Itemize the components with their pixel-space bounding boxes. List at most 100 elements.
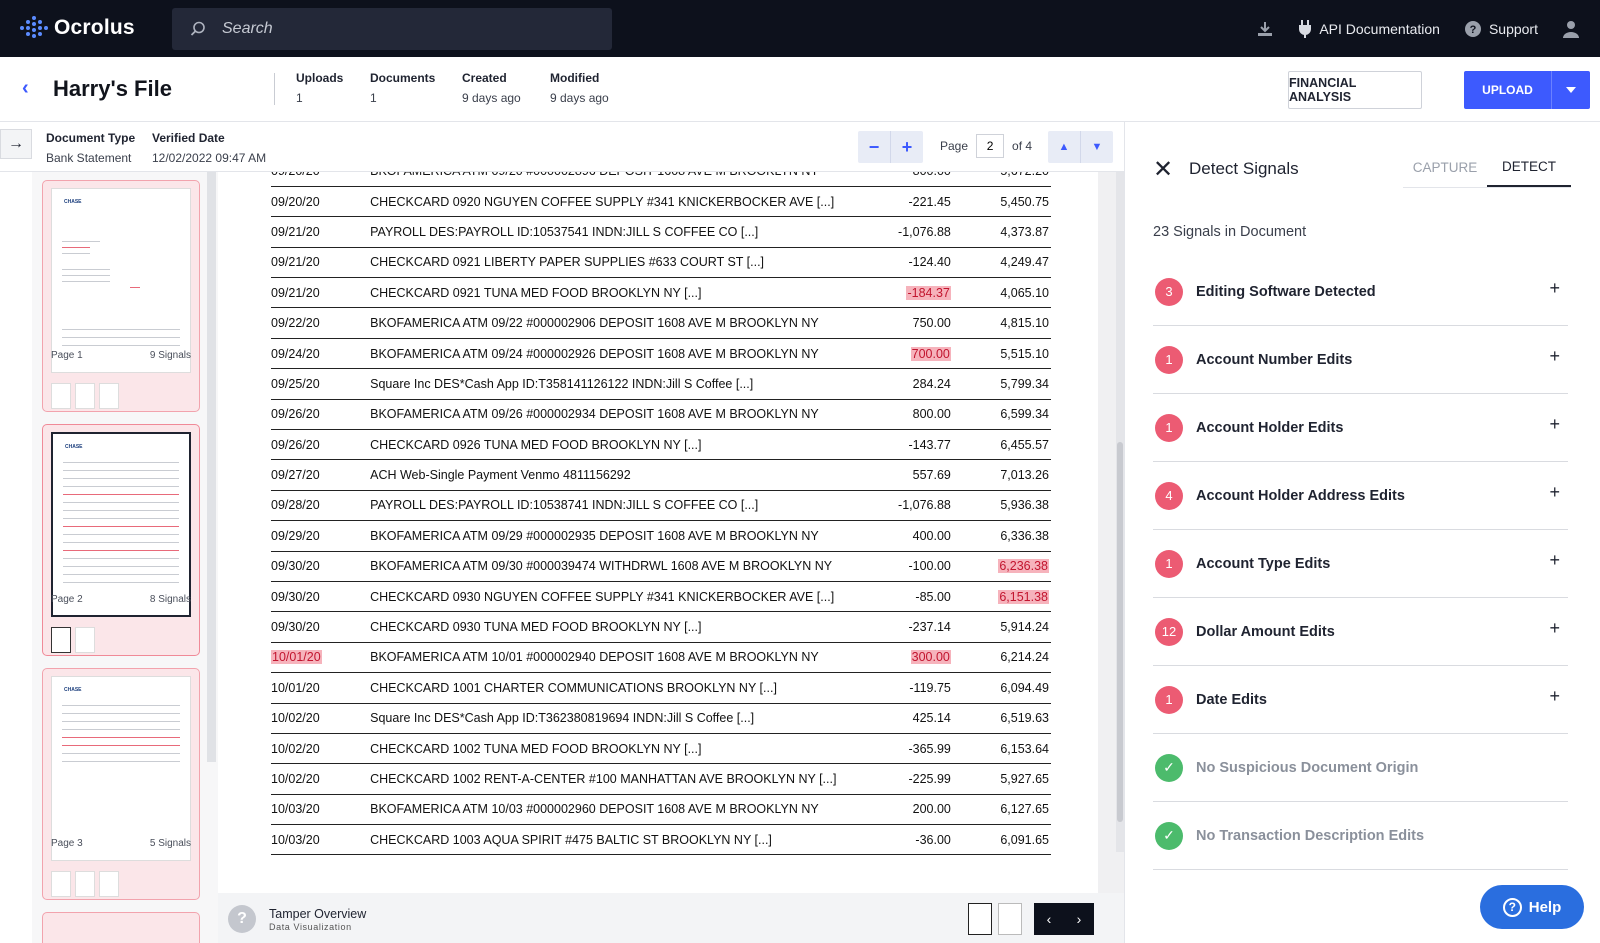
thumbnail-page-2[interactable]: CHASE Page 2 8 Signals <box>42 424 200 656</box>
expand-plus-icon[interactable]: + <box>1549 414 1560 435</box>
upload-button[interactable]: UPLOAD <box>1464 71 1552 109</box>
table-row: 09/26/20 CHECKCARD 0926 TUNA MED FOOD BRO… <box>271 429 1051 461</box>
close-icon[interactable]: ✕ <box>1153 158 1173 182</box>
cell-desc: BKOFAMERICA ATM 09/24 #000002926 DEPOSIT… <box>370 338 851 370</box>
signal-item[interactable]: 1 Account Type Edits + <box>1153 530 1568 598</box>
signal-item: ✓ No Suspicious Document Origin <box>1153 734 1568 802</box>
search-input[interactable] <box>222 20 602 38</box>
balance-text: 5,672.20 <box>1000 172 1049 178</box>
table-row: 10/02/20 Square Inc DES*Cash App ID:T3623… <box>271 703 1051 734</box>
balance-text: 6,153.64 <box>1000 741 1049 756</box>
support-link[interactable]: ? Support <box>1464 20 1538 38</box>
signal-count-badge: 4 <box>1155 481 1183 510</box>
desc-text: Square Inc DES*Cash App ID:T362380819694… <box>370 711 755 726</box>
overview-prev-chevron-icon[interactable]: ‹ <box>1034 903 1064 935</box>
expand-plus-icon[interactable]: + <box>1549 686 1560 707</box>
user-profile-button[interactable] <box>1562 20 1580 38</box>
signal-item[interactable]: 1 Account Number Edits + <box>1153 326 1568 394</box>
thumbnail-page-4[interactable] <box>42 912 200 943</box>
detect-signals-panel: ✕ Detect Signals CAPTURE DETECT 23 Signa… <box>1124 122 1600 943</box>
search-icon <box>190 21 205 36</box>
mini-thumbnail[interactable] <box>51 871 71 897</box>
previous-page-chevron-up-icon[interactable]: ▲ <box>1048 131 1081 163</box>
page-number-input[interactable] <box>976 134 1005 158</box>
help-button[interactable]: ? Help <box>1480 885 1584 929</box>
back-chevron-icon[interactable]: ‹ <box>22 77 29 100</box>
tamper-help-icon[interactable]: ? <box>228 905 256 933</box>
meta-modified: Modified 9 days ago <box>550 71 609 105</box>
balance-text: 6,127.65 <box>1000 802 1049 817</box>
tab-capture[interactable]: CAPTURE <box>1403 148 1487 187</box>
thumbnail-page-3[interactable]: CHASE Page 3 5 Signals <box>42 668 200 900</box>
balance-text: 5,799.34 <box>1000 376 1049 391</box>
cell-desc: CHECKCARD 1001 CHARTER COMMUNICATIONS BR… <box>370 672 851 704</box>
date-text: 09/25/20 <box>271 376 320 391</box>
date-text: 10/02/20 <box>271 741 320 756</box>
cell-amount: -143.77 <box>850 429 951 461</box>
tab-detect[interactable]: DETECT <box>1487 148 1571 187</box>
overview-next-chevron-icon[interactable]: › <box>1064 903 1094 935</box>
table-row: 09/21/20 PAYROLL DES:PAYROLL ID:10537541 … <box>271 216 1051 248</box>
mini-thumbnail[interactable] <box>75 627 95 653</box>
mini-thumbnail[interactable] <box>51 627 71 653</box>
meta-uploads: Uploads 1 <box>296 71 343 105</box>
document-scrollbar[interactable] <box>1116 172 1124 852</box>
mini-thumbnail[interactable] <box>99 871 119 897</box>
expand-plus-icon[interactable]: + <box>1549 346 1560 367</box>
expand-plus-icon[interactable]: + <box>1549 482 1560 503</box>
zoom-in-button[interactable]: + <box>891 131 923 163</box>
download-button[interactable] <box>1256 21 1274 37</box>
page-label: Page <box>940 139 969 153</box>
signal-item[interactable]: 4 Account Holder Address Edits + <box>1153 462 1568 530</box>
signal-item[interactable]: 3 Editing Software Detected + <box>1153 258 1568 326</box>
thumbnail-page-1[interactable]: CHASE Page 1 9 Signals <box>42 180 200 412</box>
signal-item: ✓ No Transaction Description Edits <box>1153 802 1568 870</box>
expand-sidebar-arrow-icon[interactable]: → <box>0 129 32 159</box>
expand-plus-icon[interactable]: + <box>1549 618 1560 639</box>
signal-name: No Suspicious Document Origin <box>1196 759 1419 776</box>
amount-text: 700.00 <box>910 346 951 361</box>
date-text: 09/30/20 <box>271 620 320 635</box>
table-row: 09/27/20 ACH Web-Single Payment Venmo 481… <box>271 459 1051 491</box>
cell-date: 10/01/20 <box>271 672 371 704</box>
signal-item[interactable]: 1 Date Edits + <box>1153 666 1568 734</box>
table-row: 09/20/20 CHECKCARD 0920 NGUYEN COFFEE SUP… <box>271 186 1051 218</box>
statement-page: 09/20/20 BKOFAMERICA ATM 09/20 #000002896… <box>218 172 1098 894</box>
overview-page-thumbnail[interactable] <box>968 903 992 935</box>
thumbnail-scrollbar[interactable] <box>207 172 216 762</box>
cell-amount: 557.69 <box>850 459 951 491</box>
scrollbar-thumb[interactable] <box>1117 442 1123 822</box>
mini-thumbnail[interactable] <box>51 383 71 409</box>
cell-amount: -1,076.88 <box>850 216 951 248</box>
mini-thumbnail[interactable] <box>75 383 95 409</box>
zoom-out-button[interactable]: − <box>858 131 891 163</box>
ocrolus-logo[interactable]: Ocrolus <box>20 16 135 40</box>
cell-amount: -1,076.88 <box>850 490 951 522</box>
overview-page-thumbnail[interactable] <box>998 903 1022 935</box>
cell-date: 09/24/20 <box>271 338 371 370</box>
cell-date: 09/20/20 <box>271 186 371 218</box>
cell-date: 10/03/20 <box>271 794 371 826</box>
table-row: 09/22/20 BKOFAMERICA ATM 09/22 #000002906… <box>271 307 1051 339</box>
next-page-chevron-down-icon[interactable]: ▼ <box>1081 131 1113 163</box>
cell-amount: 425.14 <box>850 703 951 734</box>
mini-thumbnail[interactable] <box>75 871 95 897</box>
desc-text: CHECKCARD 0930 NGUYEN COFFEE SUPPLY #341… <box>370 589 835 604</box>
signal-item[interactable]: 12 Dollar Amount Edits + <box>1153 598 1568 666</box>
upload-dropdown-button[interactable] <box>1552 71 1590 109</box>
api-documentation-link[interactable]: API Documentation <box>1298 19 1440 38</box>
cell-balance: 4,815.10 <box>950 307 1051 339</box>
expand-plus-icon[interactable]: + <box>1549 278 1560 299</box>
search-bar[interactable] <box>172 8 612 50</box>
expand-plus-icon[interactable]: + <box>1549 550 1560 571</box>
balance-text: 6,599.34 <box>1000 407 1049 422</box>
signal-item[interactable]: 1 Account Holder Edits + <box>1153 394 1568 462</box>
mini-thumbnail[interactable] <box>99 383 119 409</box>
financial-analysis-button[interactable]: FINANCIAL ANALYSIS <box>1288 71 1422 109</box>
amount-text: 284.24 <box>912 376 951 391</box>
thumbnail-signal-count: 8 Signals <box>149 594 191 605</box>
cell-date: 09/21/20 <box>271 247 371 279</box>
user-icon <box>1563 20 1579 38</box>
cell-desc: BKOFAMERICA ATM 09/29 #000002935 DEPOSIT… <box>370 520 851 552</box>
header-divider <box>274 73 275 105</box>
